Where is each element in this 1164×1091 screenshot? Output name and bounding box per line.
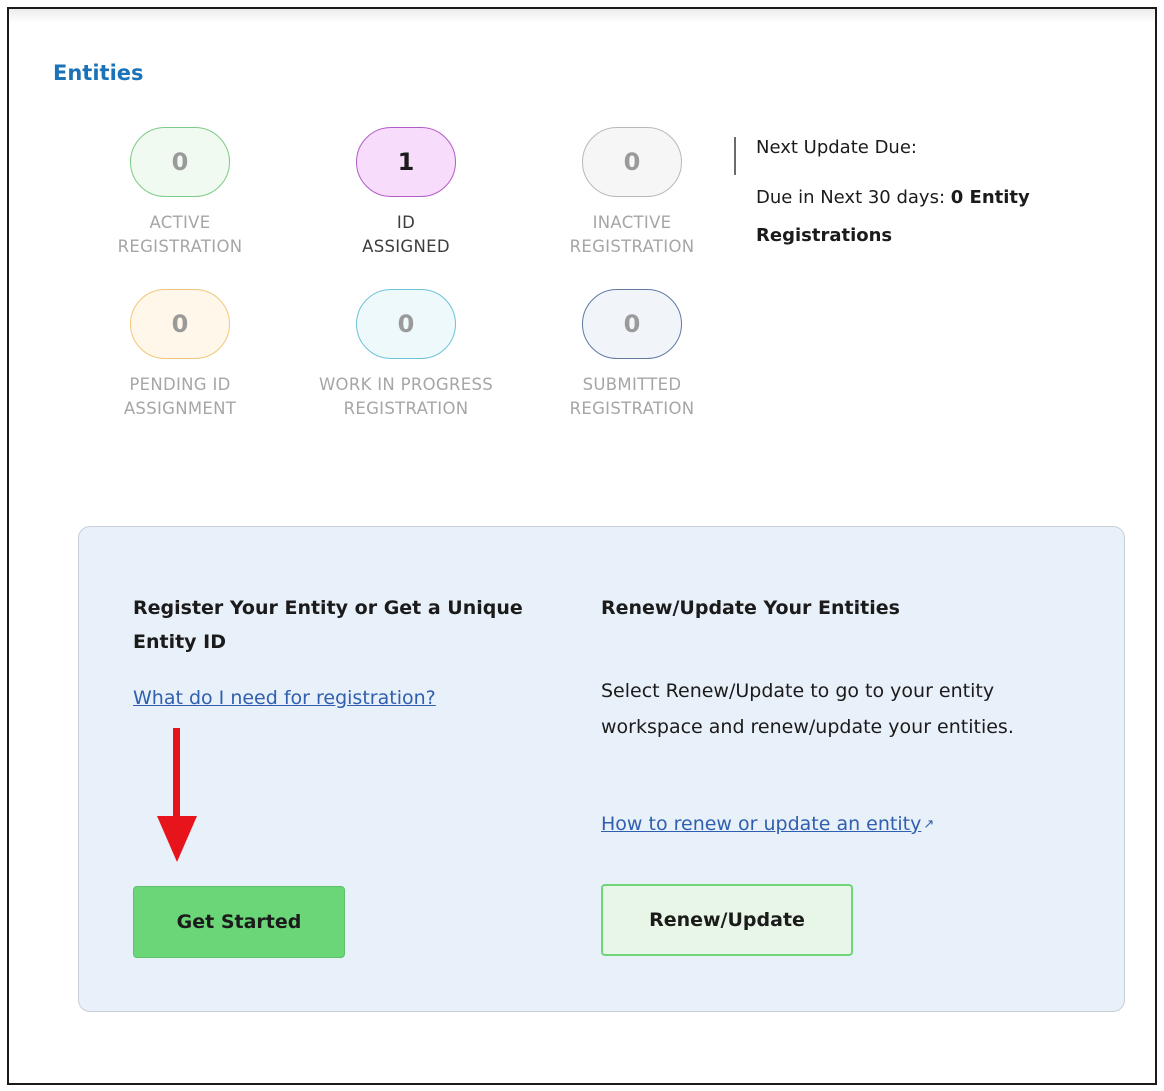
assigned-label: ID ASSIGNED	[362, 213, 450, 256]
top-shadow	[9, 9, 1155, 23]
entities-title[interactable]: Entities	[53, 61, 144, 85]
stat-submitted-registration[interactable]: 0 SUBMITTED REGISTRATION	[542, 289, 722, 421]
assigned-count-pill: 1	[356, 127, 456, 197]
stat-work-in-progress[interactable]: 0 WORK IN PROGRESS REGISTRATION	[316, 289, 496, 421]
inactive-count-pill: 0	[582, 127, 682, 197]
get-started-button[interactable]: Get Started	[133, 886, 345, 958]
external-link-icon: ↗	[923, 817, 935, 832]
active-count-pill: 0	[130, 127, 230, 197]
renew-title: Renew/Update Your Entities	[601, 597, 900, 619]
actions-panel: Register Your Entity or Get a Unique Ent…	[78, 526, 1125, 1012]
stat-id-assigned[interactable]: 1 ID ASSIGNED	[316, 127, 496, 259]
renew-update-button[interactable]: Renew/Update	[601, 884, 853, 956]
red-arrow-icon	[157, 728, 197, 862]
active-label: ACTIVE REGISTRATION	[117, 213, 243, 256]
register-title: Register Your Entity or Get a Unique Ent…	[133, 597, 523, 653]
stat-active-registration[interactable]: 0 ACTIVE REGISTRATION	[90, 127, 270, 259]
wip-count-pill: 0	[356, 289, 456, 359]
next-update-header: Next Update Due:	[734, 137, 917, 175]
renew-howto-link[interactable]: How to renew or update an entity ↗	[601, 813, 934, 835]
next-update-heading: Next Update Due:	[756, 137, 917, 158]
wip-label: WORK IN PROGRESS REGISTRATION	[318, 375, 494, 418]
renew-description: Select Renew/Update to go to your entity…	[601, 680, 1014, 738]
entities-card: Entities 0 ACTIVE REGISTRATION 1 ID ASSI…	[7, 7, 1157, 1085]
submitted-count-pill: 0	[582, 289, 682, 359]
inactive-label: INACTIVE REGISTRATION	[569, 213, 695, 256]
pending-count-pill: 0	[130, 289, 230, 359]
stat-inactive-registration[interactable]: 0 INACTIVE REGISTRATION	[542, 127, 722, 259]
registration-requirements-link[interactable]: What do I need for registration?	[133, 687, 436, 709]
renew-howto-link-text: How to renew or update an entity	[601, 813, 922, 835]
next-update-prefix: Due in Next 30 days:	[756, 187, 951, 208]
submitted-label: SUBMITTED REGISTRATION	[569, 375, 695, 418]
stat-pending-id-assignment[interactable]: 0 PENDING ID ASSIGNMENT	[90, 289, 270, 421]
pending-label: PENDING ID ASSIGNMENT	[123, 375, 237, 418]
next-update-detail: Due in Next 30 days: 0 Entity Registrati…	[756, 179, 1076, 255]
